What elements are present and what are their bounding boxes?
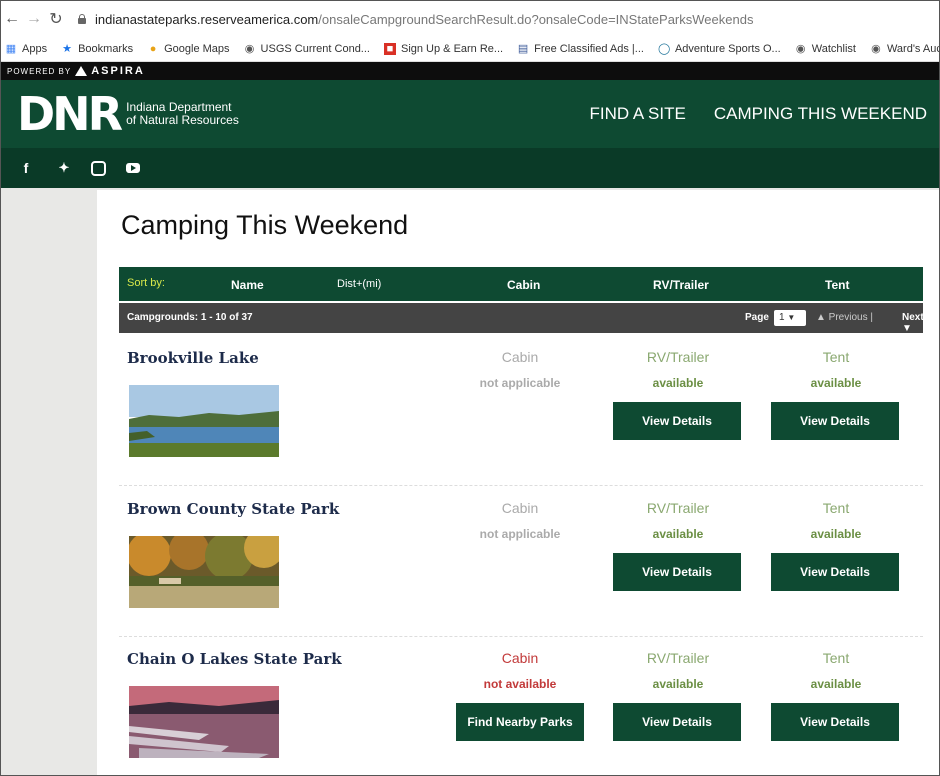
cabin-status: not available bbox=[483, 677, 557, 691]
tent-view-details-button[interactable]: View Details bbox=[771, 553, 899, 591]
cabin-heading: Cabin bbox=[501, 500, 539, 516]
park-name-link[interactable]: Brookville Lake bbox=[127, 349, 259, 367]
social-bar: f ✦ bbox=[1, 148, 939, 188]
rv-status: available bbox=[652, 527, 704, 541]
bookmark-signup[interactable]: ■ Sign Up & Earn Re... bbox=[383, 43, 503, 55]
park-row: Brown County State Park Cabin not applic… bbox=[119, 486, 923, 637]
powered-by-text: POWERED BY bbox=[7, 66, 72, 76]
rv-status: available bbox=[652, 677, 704, 691]
wordpress-icon: ◯ bbox=[657, 43, 671, 55]
sort-tent[interactable]: Tent bbox=[825, 278, 849, 292]
dnr-logo-letters: DNR bbox=[17, 87, 123, 141]
bookmark-usgs[interactable]: ◉ USGS Current Cond... bbox=[244, 43, 370, 55]
url-path: /onsaleCampgroundSearchResult.do?onsaleC… bbox=[318, 11, 754, 27]
bookmarks-bar: ▦ Apps ★ Bookmarks ● Google Maps ◉ USGS Curr… bbox=[1, 37, 939, 62]
dnr-logo[interactable]: DNR Indiana Department of Natural Resour… bbox=[1, 91, 239, 137]
tent-heading: Tent bbox=[822, 650, 850, 666]
page-select[interactable]: 1 ▼ bbox=[774, 310, 806, 326]
tent-status: available bbox=[810, 376, 862, 390]
cabin-status: not applicable bbox=[479, 527, 561, 541]
park-row: Brookville Lake Cabin not applicable RV/… bbox=[119, 335, 923, 486]
nav-find-a-site[interactable]: FIND A SITE bbox=[589, 104, 685, 124]
sort-by-label: Sort by: bbox=[127, 277, 165, 289]
page-label: Page bbox=[745, 312, 769, 323]
previous-link[interactable]: ▲ Previous | bbox=[816, 312, 873, 323]
lock-icon bbox=[77, 14, 87, 24]
url-host: indianastateparks.reserveamerica.com bbox=[95, 11, 319, 27]
sort-cabin[interactable]: Cabin bbox=[507, 278, 540, 292]
browser-window: ← → ↻ indianastateparks.reserveamerica.c… bbox=[0, 0, 940, 776]
sort-rv-trailer[interactable]: RV/Trailer bbox=[653, 278, 709, 292]
dnr-org-name: Indiana Department of Natural Resources bbox=[126, 100, 239, 127]
page-title: Camping This Weekend bbox=[121, 210, 409, 240]
rv-view-details-button[interactable]: View Details bbox=[613, 553, 741, 591]
instagram-icon[interactable] bbox=[91, 160, 106, 176]
back-arrow-icon[interactable]: ← bbox=[1, 10, 23, 28]
tent-view-details-button[interactable]: View Details bbox=[771, 402, 899, 440]
globe-icon: ◉ bbox=[871, 43, 881, 55]
aspira-logo-icon bbox=[75, 66, 88, 76]
forward-arrow-icon[interactable]: → bbox=[23, 10, 45, 28]
globe-icon: ◉ bbox=[795, 43, 806, 55]
bookmark-wards[interactable]: ◉Ward's Auctions |... bbox=[870, 43, 939, 55]
park-row: Chain O Lakes State Park Cabin not avail… bbox=[119, 636, 923, 775]
rv-heading: RV/Trailer bbox=[646, 349, 710, 365]
reload-icon[interactable]: ↻ bbox=[45, 9, 67, 29]
youtube-icon[interactable] bbox=[126, 163, 140, 173]
apps-grid-icon: ▦ bbox=[5, 43, 17, 55]
twitter-icon[interactable]: ✦ bbox=[53, 160, 75, 176]
map-pin-icon: ● bbox=[149, 43, 157, 55]
bookmark-apps[interactable]: ▦ Apps bbox=[5, 43, 47, 55]
sort-distance[interactable]: Dist+(mi) bbox=[337, 278, 381, 290]
rv-heading: RV/Trailer bbox=[646, 650, 710, 666]
sort-bar: Sort by: Name Dist+(mi) Cabin RV/Trailer… bbox=[119, 267, 923, 301]
facebook-icon[interactable]: f bbox=[15, 160, 37, 176]
next-link[interactable]: Next ▼ bbox=[902, 312, 924, 334]
site-header: DNR Indiana Department of Natural Resour… bbox=[1, 80, 939, 148]
park-name-link[interactable]: Brown County State Park bbox=[127, 500, 339, 518]
sort-name[interactable]: Name bbox=[231, 278, 264, 292]
globe-icon: ◉ bbox=[244, 43, 255, 55]
tent-status: available bbox=[810, 677, 862, 691]
rv-view-details-button[interactable]: View Details bbox=[613, 402, 741, 440]
results-count: Campgrounds: 1 - 10 of 37 bbox=[127, 312, 253, 323]
gift-icon: ■ bbox=[383, 43, 396, 55]
results-count-bar: Campgrounds: 1 - 10 of 37 Page 1 ▼ ▲ Pre… bbox=[119, 303, 924, 334]
cabin-heading: Cabin bbox=[501, 349, 539, 365]
address-bar[interactable]: indianastateparks.reserveamerica.com/ons… bbox=[77, 12, 753, 27]
bookmark-classified[interactable]: ▤ Free Classified Ads |... bbox=[517, 43, 644, 55]
nav-camping-this-weekend[interactable]: CAMPING THIS WEEKEND bbox=[714, 104, 927, 124]
rv-view-details-button[interactable]: View Details bbox=[613, 703, 741, 741]
park-photo[interactable] bbox=[129, 536, 279, 608]
main-nav: FIND A SITE CAMPING THIS WEEKEND bbox=[561, 104, 939, 124]
tent-heading: Tent bbox=[822, 349, 850, 365]
rv-status: available bbox=[652, 376, 704, 390]
find-nearby-parks-button[interactable]: Find Nearby Parks bbox=[456, 703, 584, 741]
star-icon: ★ bbox=[62, 43, 73, 55]
main-content: Camping This Weekend Sort by: Name Dist+… bbox=[97, 190, 939, 775]
tent-view-details-button[interactable]: View Details bbox=[771, 703, 899, 741]
park-photo[interactable] bbox=[129, 686, 279, 758]
aspira-brand: ASPIRA bbox=[91, 65, 145, 77]
rv-heading: RV/Trailer bbox=[646, 500, 710, 516]
aspira-banner: POWERED BY ASPIRA bbox=[1, 62, 939, 80]
browser-toolbar: ← → ↻ indianastateparks.reserveamerica.c… bbox=[1, 1, 939, 37]
park-name-link[interactable]: Chain O Lakes State Park bbox=[127, 650, 342, 668]
bookmark-google-maps[interactable]: ● Google Maps bbox=[147, 43, 230, 55]
chevron-down-icon: ▼ bbox=[787, 313, 796, 322]
park-photo[interactable] bbox=[129, 385, 279, 457]
tent-heading: Tent bbox=[822, 500, 850, 516]
tent-status: available bbox=[810, 527, 862, 541]
bookmark-adventure[interactable]: ◯ Adventure Sports O... bbox=[658, 43, 781, 55]
newspaper-icon: ▤ bbox=[517, 43, 529, 55]
cabin-status: not applicable bbox=[479, 376, 561, 390]
cabin-heading: Cabin bbox=[501, 650, 539, 666]
bookmark-bookmarks[interactable]: ★ Bookmarks bbox=[61, 43, 133, 55]
bookmark-watchlist[interactable]: ◉ Watchlist bbox=[795, 43, 856, 55]
